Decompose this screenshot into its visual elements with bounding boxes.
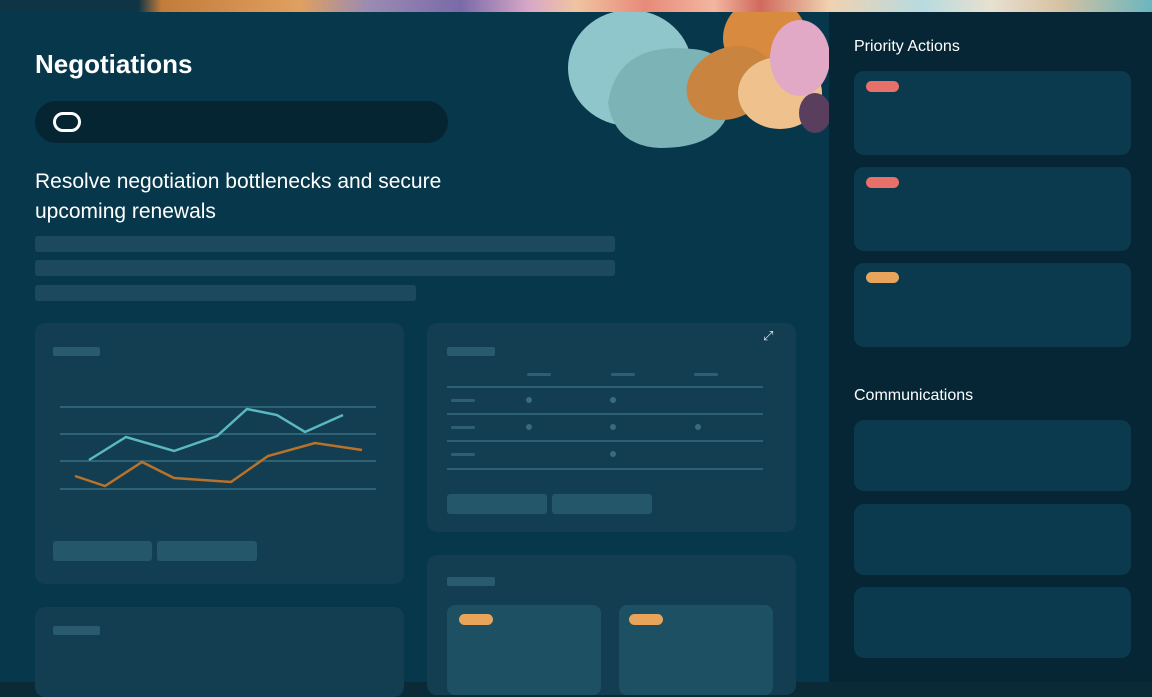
table-header-placeholder (611, 373, 635, 376)
priority-badge-medium (866, 272, 899, 283)
communication-card[interactable] (854, 420, 1131, 491)
table-cell-dot (526, 397, 532, 403)
table-cell-dot (610, 451, 616, 457)
oracle-logo-icon (53, 112, 81, 132)
table-row-label (451, 426, 475, 429)
table-rule (447, 386, 763, 388)
table-row-label (451, 399, 475, 402)
table-action-placeholder[interactable] (552, 494, 652, 514)
table-cell-dot (526, 424, 532, 430)
expand-icon[interactable]: ⤢ (763, 328, 773, 344)
status-badge (459, 614, 493, 625)
placeholder-line (35, 260, 615, 276)
tasks-card-title-placeholder (447, 577, 495, 586)
priority-badge-high (866, 177, 899, 188)
page-title: Negotiations (35, 49, 193, 79)
bottom-card (35, 607, 404, 697)
communication-card[interactable] (854, 587, 1131, 658)
communication-card[interactable] (854, 504, 1131, 575)
placeholder-line (35, 285, 416, 301)
priority-actions-heading: Priority Actions (854, 38, 960, 55)
table-cell-dot (610, 424, 616, 430)
chart-action-placeholder[interactable] (53, 541, 152, 561)
table-cell-dot (610, 397, 616, 403)
page-subtitle: Resolve negotiation bottlenecks and secu… (35, 170, 442, 223)
table-cell-dot (695, 424, 701, 430)
table-rule (447, 468, 763, 470)
table-header-placeholder (694, 373, 718, 376)
table-action-placeholder[interactable] (447, 494, 547, 514)
status-badge (629, 614, 663, 625)
table-row-label (451, 453, 475, 456)
table-header-placeholder (527, 373, 551, 376)
bottom-card-title-placeholder (53, 626, 100, 635)
decorative-artwork (568, 12, 829, 149)
communications-heading: Communications (854, 387, 974, 404)
table-card-title-placeholder (447, 347, 495, 356)
chart-action-placeholder[interactable] (157, 541, 257, 561)
logo-pill (35, 101, 448, 143)
table-rule (447, 413, 763, 415)
placeholder-line (35, 236, 615, 252)
series-line-orange (74, 441, 363, 488)
priority-badge-high (866, 81, 899, 92)
table-rule (447, 440, 763, 442)
